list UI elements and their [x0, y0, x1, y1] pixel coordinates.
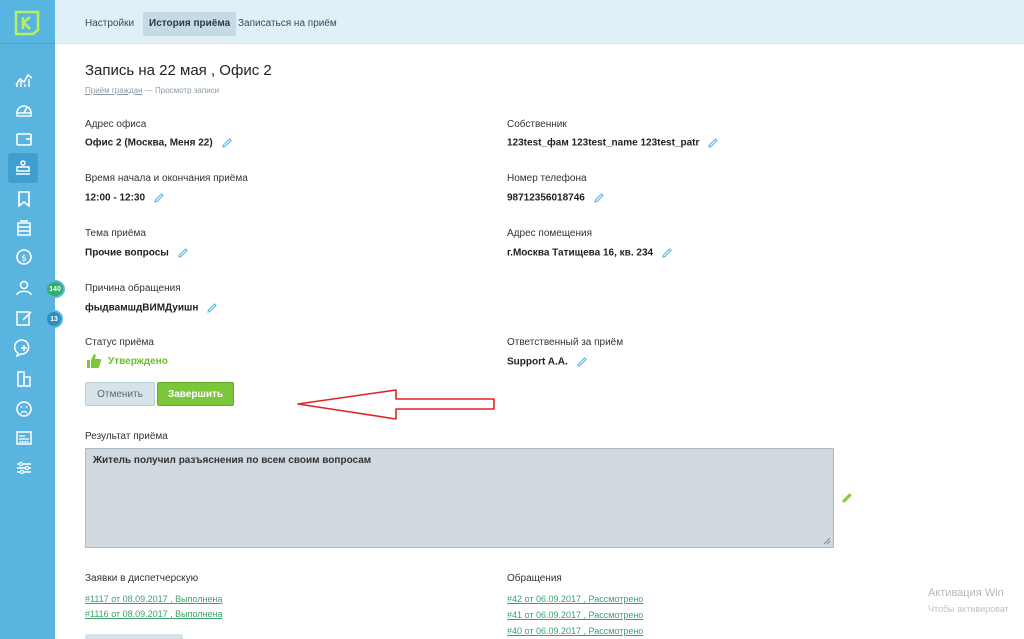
chat-add-icon[interactable]	[9, 335, 39, 361]
result-text: Житель получил разъяснения по всем своим…	[93, 455, 372, 466]
owner-text: 123test_фам 123test_name 123test_patr	[507, 137, 700, 149]
premises-value: г.Москва Татищева 16, кв. 234	[507, 247, 673, 259]
dashboard-icon[interactable]	[9, 96, 39, 122]
time-text: 12:00 - 12:30	[85, 192, 146, 204]
edit-reason-icon[interactable]	[206, 302, 218, 314]
responsible-text: Support A.A.	[507, 356, 568, 368]
dispatch-link[interactable]: #1117 от 08.09.2017 , Выполнена	[85, 594, 223, 604]
page-title: Запись на 22 мая , Офис 2	[85, 62, 272, 79]
office-address-label: Адрес офиса	[85, 119, 147, 130]
appeal-link[interactable]: #42 от 06.09.2017 , Рассмотрено	[507, 594, 643, 604]
resize-grip-icon[interactable]	[823, 537, 831, 545]
archive-icon[interactable]	[9, 215, 39, 241]
edit-topic-icon[interactable]	[177, 247, 189, 259]
sidebar: $ 140 13	[0, 0, 65, 639]
edit-result-icon[interactable]	[841, 492, 853, 504]
office-address-text: Офис 2 (Москва, Меня 22)	[85, 137, 213, 149]
top-nav: Настройки История приёма Записаться на п…	[55, 0, 1024, 44]
partial-button[interactable]	[85, 634, 183, 639]
payments-icon[interactable]: $	[9, 244, 39, 270]
premises-label: Адрес помещения	[507, 228, 593, 239]
phone-value: 98712356018746	[507, 192, 605, 204]
owner-label: Собственник	[507, 119, 567, 130]
complaints-icon[interactable]	[9, 275, 39, 301]
appeal-link[interactable]: #41 от 06.09.2017 , Рассмотрено	[507, 610, 643, 620]
analytics-icon[interactable]	[9, 66, 39, 92]
news-icon[interactable]	[9, 425, 39, 451]
owner-value: 123test_фам 123test_name 123test_patr	[507, 137, 719, 149]
tab-book-appointment[interactable]: Записаться на приём	[232, 12, 343, 36]
settings-sliders-icon[interactable]	[9, 455, 39, 481]
complaints-badge: 140	[45, 280, 65, 298]
finish-button[interactable]: Завершить	[157, 382, 234, 406]
thumbs-up-icon	[87, 354, 102, 368]
tab-settings[interactable]: Настройки	[79, 12, 140, 36]
phone-text: 98712356018746	[507, 192, 585, 204]
premises-text: г.Москва Татищева 16, кв. 234	[507, 247, 654, 259]
time-label: Время начала и окончания приёма	[85, 173, 248, 184]
responsible-value: Support A.A.	[507, 356, 588, 368]
edit-icon[interactable]	[9, 305, 39, 331]
breadcrumb-link[interactable]: Приём граждан	[85, 86, 143, 95]
breadcrumb: Приём граждан — Просмотр записи	[85, 86, 219, 95]
activation-watermark-title: Активация Win	[928, 587, 1004, 599]
topic-value: Прочие вопросы	[85, 247, 189, 259]
cancel-button[interactable]: Отменить	[85, 382, 155, 406]
result-label: Результат приёма	[85, 431, 168, 442]
svg-text:$: $	[21, 254, 27, 264]
office-address-value: Офис 2 (Москва, Меня 22)	[85, 137, 233, 149]
edit-office-address-icon[interactable]	[221, 137, 233, 149]
time-value: 12:00 - 12:30	[85, 192, 165, 204]
reason-value: фыдвамшдВИМДуишн	[85, 302, 218, 314]
responsible-label: Ответственный за приём	[507, 337, 624, 348]
appeal-link[interactable]: #40 от 06.09.2017 , Рассмотрено	[507, 626, 643, 636]
activation-watermark-subtitle: Чтобы активироват	[928, 604, 1009, 614]
edit-premises-icon[interactable]	[661, 247, 673, 259]
building-icon[interactable]	[9, 366, 39, 392]
appeals-label: Обращения	[507, 573, 562, 584]
reason-text: фыдвамшдВИМДуишн	[85, 302, 199, 314]
phone-label: Номер телефона	[507, 173, 587, 184]
edit-responsible-icon[interactable]	[576, 356, 588, 368]
tab-history[interactable]: История приёма	[143, 12, 237, 36]
requests-badge: 13	[45, 310, 63, 328]
wallet-icon[interactable]	[9, 126, 39, 152]
logo-area	[0, 0, 55, 44]
annotation-arrow	[297, 389, 495, 420]
result-textarea[interactable]: Житель получил разъяснения по всем своим…	[85, 448, 834, 548]
reason-label: Причина обращения	[85, 283, 181, 294]
edit-time-icon[interactable]	[153, 192, 165, 204]
status-value: Утверждено	[85, 352, 168, 370]
topic-text: Прочие вопросы	[85, 247, 169, 259]
topic-label: Тема приёма	[85, 228, 146, 239]
flag-icon[interactable]	[9, 186, 39, 212]
logo-icon[interactable]	[13, 9, 41, 37]
breadcrumb-current: — Просмотр записи	[144, 86, 220, 95]
status-label: Статус приёма	[85, 337, 154, 348]
reception-icon[interactable]	[8, 153, 38, 183]
status-text: Утверждено	[108, 355, 168, 367]
edit-phone-icon[interactable]	[593, 192, 605, 204]
sad-face-icon[interactable]	[9, 396, 39, 422]
dispatch-label: Заявки в диспетчерскую	[85, 573, 199, 584]
dispatch-link[interactable]: #1116 от 08.09.2017 , Выполнена	[85, 609, 223, 619]
edit-owner-icon[interactable]	[707, 137, 719, 149]
